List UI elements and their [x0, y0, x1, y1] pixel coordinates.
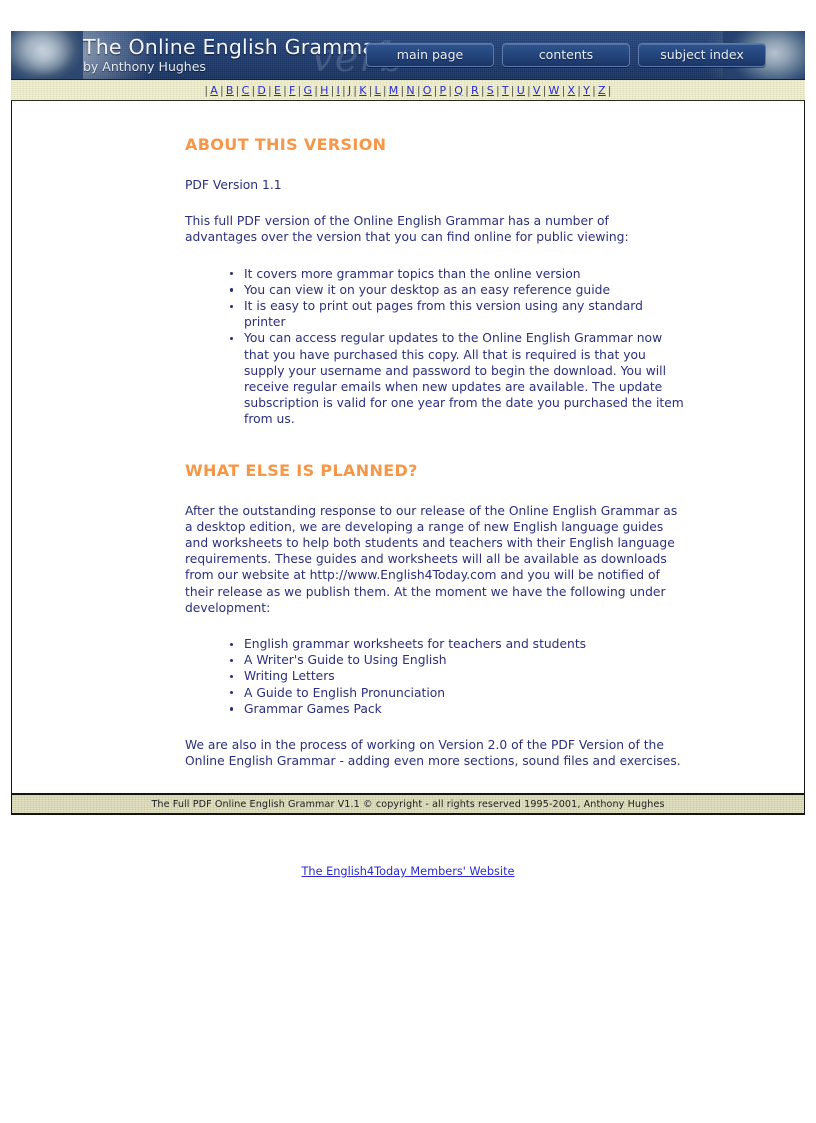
- copyright-footer: The Full PDF Online English Grammar V1.1…: [11, 793, 805, 815]
- members-link-row: The English4Today Members' Website: [0, 860, 816, 879]
- alpha-separator: |: [607, 83, 612, 97]
- section-heading-about: ABOUT THIS VERSION: [185, 135, 387, 154]
- alpha-link-c[interactable]: C: [241, 84, 251, 97]
- list-item: It is easy to print out pages from this …: [228, 298, 684, 330]
- alpha-link-x[interactable]: X: [566, 84, 576, 97]
- about-intro-paragraph: This full PDF version of the Online Engl…: [185, 214, 629, 245]
- list-item: A Writer's Guide to Using English: [228, 652, 684, 668]
- planned-products-list: English grammar worksheets for teachers …: [185, 636, 684, 717]
- alpha-link-k[interactable]: K: [358, 84, 367, 97]
- planned-intro-paragraph: After the outstanding response to our re…: [185, 503, 678, 615]
- copyright-text: The Full PDF Online English Grammar V1.1…: [151, 798, 665, 810]
- alpha-link-v[interactable]: V: [532, 84, 542, 97]
- about-benefits-list: It covers more grammar topics than the o…: [185, 266, 684, 428]
- alpha-link-l[interactable]: L: [374, 84, 382, 97]
- alpha-link-o[interactable]: O: [422, 84, 433, 97]
- alpha-link-z[interactable]: Z: [597, 84, 607, 97]
- list-item: You can view it on your desktop as an ea…: [228, 282, 684, 298]
- document-frame: verb The Online English Grammar by Antho…: [11, 31, 805, 815]
- alpha-link-n[interactable]: N: [405, 84, 415, 97]
- alpha-link-t[interactable]: T: [501, 84, 510, 97]
- members-website-link[interactable]: The English4Today Members' Website: [302, 865, 515, 878]
- list-item: Writing Letters: [228, 668, 684, 684]
- alpha-link-e[interactable]: E: [273, 84, 282, 97]
- page-root: verb The Online English Grammar by Antho…: [0, 0, 816, 1123]
- content-body: ABOUT THIS VERSION PDF Version 1.1 This …: [12, 101, 804, 769]
- site-title: The Online English Grammar: [83, 35, 384, 59]
- alpha-link-r[interactable]: R: [470, 84, 480, 97]
- alpha-link-f[interactable]: F: [288, 84, 297, 97]
- planned-closing-paragraph: We are also in the process of working on…: [185, 738, 681, 769]
- banner-title-block: The Online English Grammar by Anthony Hu…: [83, 36, 384, 75]
- alpha-link-d[interactable]: D: [256, 84, 267, 97]
- site-banner: verb The Online English Grammar by Antho…: [11, 31, 805, 80]
- nav-button-contents[interactable]: contents: [502, 43, 630, 67]
- section-heading-planned: WHAT ELSE IS PLANNED?: [185, 460, 418, 480]
- list-item: A Guide to English Pronunciation: [228, 685, 684, 701]
- alpha-link-y[interactable]: Y: [582, 84, 591, 97]
- face-photo-left-icon: [11, 31, 83, 79]
- page-content: ABOUT THIS VERSION PDF Version 1.1 This …: [11, 101, 805, 793]
- list-item: You can access regular updates to the On…: [228, 330, 684, 427]
- pdf-version-line: PDF Version 1.1: [185, 178, 282, 192]
- alpha-link-h[interactable]: H: [319, 84, 329, 97]
- alpha-link-u[interactable]: U: [516, 84, 526, 97]
- alpha-link-p[interactable]: P: [439, 84, 448, 97]
- alpha-link-m[interactable]: M: [388, 84, 400, 97]
- alpha-link-w[interactable]: W: [548, 84, 561, 97]
- list-item: English grammar worksheets for teachers …: [228, 636, 684, 652]
- site-author: by Anthony Hughes: [83, 59, 206, 74]
- alpha-link-q[interactable]: Q: [453, 84, 464, 97]
- nav-button-main-page[interactable]: main page: [366, 43, 494, 67]
- nav-button-subject-index[interactable]: subject index: [638, 43, 766, 67]
- list-item: Grammar Games Pack: [228, 701, 684, 717]
- alphabet-index-bar: | A | B | C | D | E | F | G | H | I | J | K | L | M |…: [11, 80, 805, 101]
- list-item: It covers more grammar topics than the o…: [228, 266, 684, 282]
- alpha-link-g[interactable]: G: [302, 84, 313, 97]
- alpha-link-a[interactable]: A: [209, 84, 219, 97]
- alpha-link-s[interactable]: S: [486, 84, 495, 97]
- alpha-link-b[interactable]: B: [225, 84, 235, 97]
- primary-nav: main page contents subject index: [366, 43, 766, 67]
